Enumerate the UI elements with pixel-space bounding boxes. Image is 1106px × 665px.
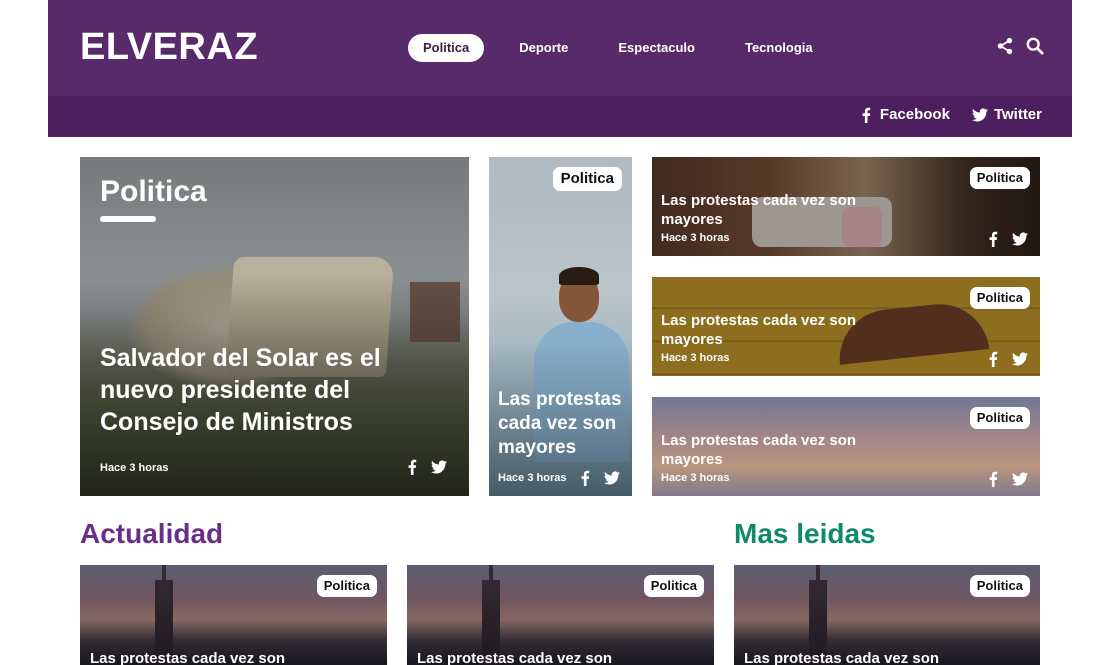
featured-title[interactable]: Salvador del Solar es el nuevo president…	[100, 342, 450, 438]
bottom-title[interactable]: Las protestas cada vez son	[417, 649, 677, 665]
facebook-label: Facebook	[879, 106, 950, 123]
twitter-link[interactable]: Twitter	[971, 106, 1042, 123]
featured-category: Politica	[100, 175, 207, 208]
side-title[interactable]: Las protestas cada vez son mayores	[661, 191, 871, 229]
twitter-label: Twitter	[993, 106, 1042, 123]
side-title[interactable]: Las protestas cada vez son mayores	[661, 431, 871, 469]
section-title-mas-leidas: Mas leidas	[734, 518, 876, 549]
featured-article[interactable]: Politica Salvador del Solar es el nuevo …	[80, 157, 469, 496]
main-nav: Politica Deporte Espectaculo Tecnologia	[408, 34, 848, 62]
bottom-title[interactable]: Las protestas cada vez son	[90, 649, 350, 665]
site-logo[interactable]: ELVERAZ	[80, 26, 258, 68]
facebook-icon	[862, 107, 871, 123]
bottom-tag[interactable]: Politica	[316, 575, 377, 597]
side-tag[interactable]: Politica	[969, 407, 1030, 429]
bottom-tag[interactable]: Politica	[969, 575, 1030, 597]
tall-title[interactable]: Las protestas cada vez son mayores	[498, 388, 623, 460]
twitter-icon[interactable]	[431, 460, 447, 474]
twitter-icon[interactable]	[1012, 352, 1028, 366]
bottom-title[interactable]: Las protestas cada vez son	[744, 649, 1004, 665]
side-time: Hace 3 horas	[661, 232, 730, 244]
tall-time: Hace 3 horas	[498, 472, 567, 484]
side-article[interactable]: Politica Las protestas cada vez son mayo…	[652, 397, 1040, 496]
side-title[interactable]: Las protestas cada vez son mayores	[661, 311, 871, 349]
facebook-icon[interactable]	[988, 471, 998, 487]
side-time: Hace 3 horas	[661, 352, 730, 364]
nav-item-politica[interactable]: Politica	[408, 34, 485, 62]
bottom-article[interactable]: Politica Las protestas cada vez son	[734, 565, 1040, 665]
share-icon[interactable]	[996, 36, 1014, 56]
nav-item-deporte[interactable]: Deporte	[504, 34, 583, 62]
twitter-icon[interactable]	[1012, 472, 1028, 486]
facebook-icon[interactable]	[988, 231, 998, 247]
site-header: ELVERAZ Politica Deporte Espectaculo Tec…	[48, 0, 1072, 96]
bottom-article[interactable]: Politica Las protestas cada vez son	[80, 565, 387, 665]
bottom-article[interactable]: Politica Las protestas cada vez son	[407, 565, 714, 665]
facebook-icon[interactable]	[407, 459, 417, 475]
category-underline	[100, 216, 156, 222]
nav-item-tecnologia[interactable]: Tecnologia	[730, 34, 828, 62]
featured-share	[407, 459, 447, 475]
side-time: Hace 3 horas	[661, 472, 730, 484]
facebook-link[interactable]: Facebook	[858, 106, 950, 123]
bottom-tag[interactable]: Politica	[643, 575, 704, 597]
facebook-icon[interactable]	[580, 470, 590, 486]
featured-time: Hace 3 horas	[100, 462, 169, 474]
side-article[interactable]: Politica Las protestas cada vez son mayo…	[652, 157, 1040, 256]
tall-share	[580, 470, 620, 486]
twitter-icon[interactable]	[1012, 232, 1028, 246]
side-share	[988, 231, 1028, 247]
social-bar: Facebook Twitter	[48, 96, 1072, 137]
side-tag[interactable]: Politica	[969, 167, 1030, 189]
header-actions	[996, 36, 1044, 56]
side-share	[988, 471, 1028, 487]
tall-article[interactable]: Politica Las protestas cada vez son mayo…	[489, 157, 632, 496]
side-share	[988, 351, 1028, 367]
facebook-icon[interactable]	[988, 351, 998, 367]
twitter-icon[interactable]	[604, 471, 620, 485]
side-tag[interactable]: Politica	[969, 287, 1030, 309]
search-icon[interactable]	[1026, 36, 1044, 56]
tall-tag[interactable]: Politica	[552, 167, 622, 191]
side-article[interactable]: Politica Las protestas cada vez son mayo…	[652, 277, 1040, 376]
section-title-actualidad: Actualidad	[80, 518, 224, 549]
nav-item-espectaculo[interactable]: Espectaculo	[603, 34, 710, 62]
twitter-icon	[971, 107, 988, 121]
